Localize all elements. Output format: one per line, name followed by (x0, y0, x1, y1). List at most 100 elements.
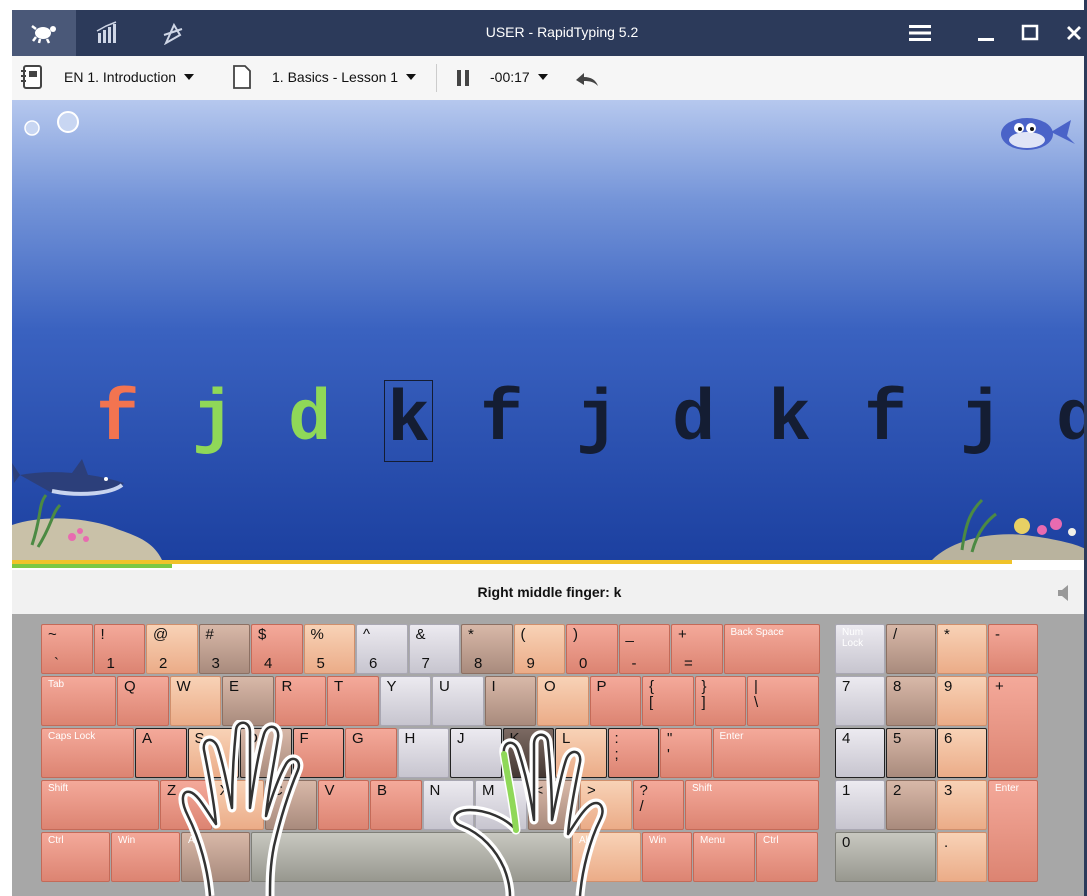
numpad-key-11: 1 (835, 780, 885, 830)
key-label: Menu (700, 835, 726, 846)
numpad-key-16: . (937, 832, 987, 882)
key-label: 0 (842, 834, 851, 851)
key-label: U (439, 678, 450, 695)
numpad-key-4: 7 (835, 676, 885, 726)
key-label: T (334, 678, 344, 695)
key-row1-1: ! 1 (93, 624, 145, 674)
key-row4-10: ? / (632, 780, 684, 830)
pause-icon[interactable] (456, 69, 470, 87)
key-row1-12: + = (671, 624, 723, 674)
key-label: % (310, 626, 324, 643)
turtle-icon (31, 25, 56, 44)
numpad-key-13: 3 (937, 780, 987, 830)
key-sublabel: - (631, 655, 637, 672)
key-row2-4: R (274, 676, 326, 726)
key-row1-9: (9 (513, 624, 565, 674)
key-sublabel: 1 (106, 655, 115, 672)
key-label: P (596, 678, 607, 695)
key-label: 6 (944, 730, 953, 747)
key-row2-6: Y (379, 676, 431, 726)
tab-editor[interactable] (140, 10, 204, 56)
exercise-letter: j (576, 379, 620, 461)
key-row5-5: Win (642, 832, 692, 882)
exercise-letter: j (960, 379, 1004, 461)
key-label: 1 (842, 782, 851, 799)
compass-icon (163, 22, 183, 45)
hint-bar: Right middle finger: k (12, 570, 1087, 614)
minimize-icon (978, 38, 994, 41)
numpad-key-9: 5 (886, 728, 936, 778)
key-label: B (377, 782, 388, 799)
app-window: USER - RapidTyping 5.2 EN 1. Introductio… (0, 0, 1087, 896)
numpad-key-15: 0 (835, 832, 936, 882)
key-label: ? / (639, 782, 648, 815)
key-backspace: Back Space (723, 624, 820, 674)
numpad-key-5: 8 (886, 676, 936, 726)
key-label: E (229, 678, 240, 695)
menu-button[interactable] (898, 10, 942, 56)
key-label: Enter (719, 731, 744, 742)
lesson-dropdown[interactable]: 1. Basics - Lesson 1 (272, 69, 417, 85)
exercise-letter: k (768, 379, 812, 461)
key-tab: Tab (41, 676, 116, 726)
key-label: 2 (893, 782, 902, 799)
key-row3-11: " ' (660, 728, 712, 778)
key-label: Enter (995, 783, 1019, 794)
reef-decoration (932, 498, 1087, 560)
speaker-icon[interactable] (1057, 584, 1073, 602)
key-enter: Enter (712, 728, 820, 778)
key-label: Back Space (730, 627, 784, 638)
key-sublabel: = (684, 655, 693, 672)
tab-typing[interactable] (12, 10, 76, 56)
key-label: Shift (692, 783, 713, 794)
bar-chart-icon (96, 21, 117, 43)
key-row2-3: E (222, 676, 274, 726)
key-label: " ' (667, 730, 673, 763)
numpad-key-12: 2 (886, 780, 936, 830)
key-label: Num Lock (842, 627, 864, 649)
exercise-letter: f (96, 379, 140, 461)
key-label: ! (100, 626, 105, 643)
numpad-key-2: * (937, 624, 987, 674)
numpad-key-8: 4 (835, 728, 885, 778)
exercise-letter: d (672, 379, 716, 461)
key-row2-9: O (537, 676, 589, 726)
key-label: . (944, 834, 949, 851)
chevron-down-icon (537, 74, 548, 80)
key-sublabel: 2 (159, 655, 168, 672)
maximize-button[interactable] (1008, 10, 1052, 56)
course-dropdown[interactable]: EN 1. Introduction (64, 69, 195, 85)
key-label: I (491, 678, 496, 695)
key-row2-1: Q (117, 676, 169, 726)
key-label: * (944, 626, 950, 643)
key-label: + (995, 678, 1004, 695)
key-sublabel: 8 (474, 655, 483, 672)
key-row2-2: W (169, 676, 221, 726)
exercise-letter: d (1056, 379, 1087, 461)
timer-dropdown[interactable]: -00:17 (490, 69, 548, 85)
close-button[interactable] (1052, 10, 1087, 56)
key-label: Shift (48, 783, 69, 794)
numpad-key-3: - (988, 624, 1038, 674)
maximize-icon (1021, 24, 1039, 41)
key-row1-5: % 5 (303, 624, 355, 674)
key-label: { [ (649, 678, 655, 711)
key-label: $ (258, 626, 267, 643)
key-row5-0: Ctrl (41, 832, 110, 882)
progress-bar (12, 564, 172, 568)
key-label: 8 (893, 678, 902, 695)
key-sublabel: 6 (369, 655, 378, 672)
key-row2-10: P (589, 676, 641, 726)
minimize-button[interactable] (964, 10, 1008, 56)
timer-value: -00:17 (490, 69, 530, 85)
numpad-key-10: 6 (937, 728, 987, 778)
numpad-key-6: 9 (937, 676, 987, 726)
key-sublabel: 9 (526, 655, 535, 672)
key-row1-2: @2 (146, 624, 198, 674)
key-row2-5: T (327, 676, 379, 726)
exercise-letter: j (192, 379, 236, 461)
numpad-key-0: Num Lock (835, 624, 885, 674)
tab-statistics[interactable] (76, 10, 140, 56)
key-label: Ctrl (763, 835, 779, 846)
restart-icon[interactable] (574, 70, 600, 88)
